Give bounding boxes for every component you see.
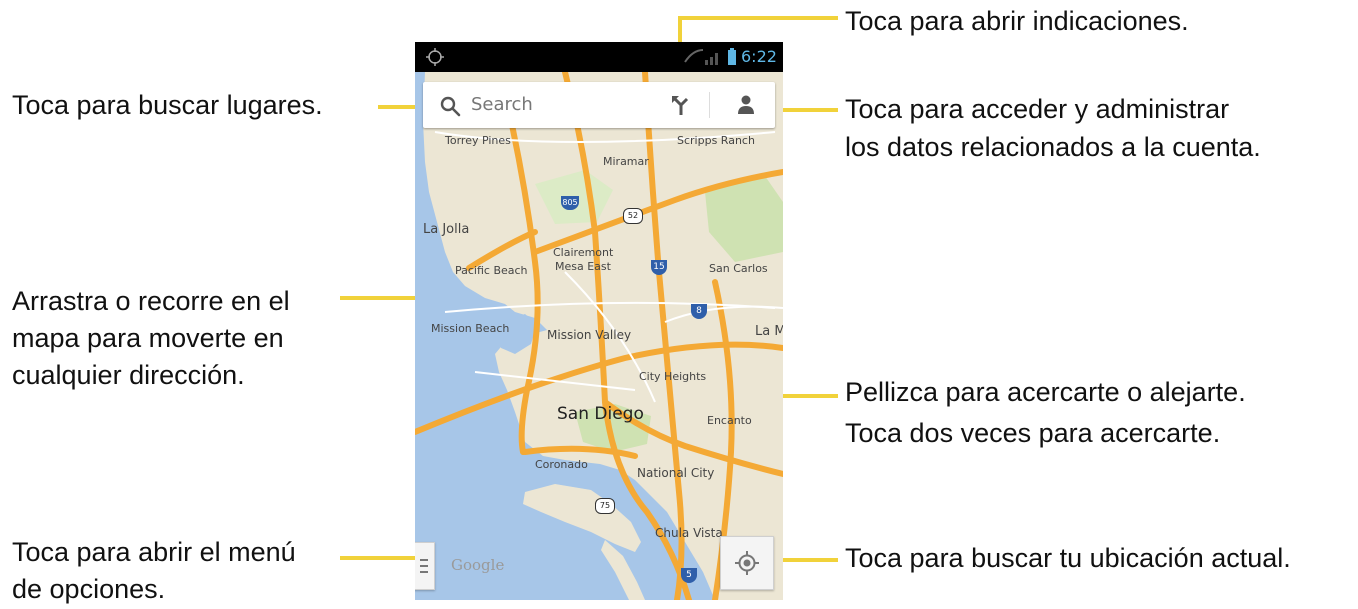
- callout-drag-line2: mapa para moverte en: [12, 323, 284, 353]
- callout-location: Toca para buscar tu ubicación actual.: [845, 543, 1291, 573]
- search-bar[interactable]: Search: [423, 82, 775, 128]
- map-label-scripps-ranch: Scripps Ranch: [677, 134, 755, 147]
- status-bar: 6:22: [415, 42, 783, 72]
- callout-menu-line2: de opciones.: [12, 574, 166, 604]
- leader-directions-horizontal: [680, 16, 838, 20]
- search-icon[interactable]: [439, 95, 461, 117]
- my-location-button[interactable]: [720, 536, 774, 590]
- gps-status-icon: [426, 48, 444, 66]
- map-label-mission-valley: Mission Valley: [547, 328, 632, 342]
- signal-icon: [684, 49, 718, 65]
- leader-menu: [340, 556, 426, 560]
- map-label-torrey-pines: Torrey Pines: [445, 134, 511, 147]
- menu-icon: [420, 559, 428, 573]
- map-label-miramar: Miramar: [603, 155, 649, 168]
- interstate-805-shield: 805: [561, 196, 579, 210]
- battery-icon: [728, 48, 736, 65]
- google-watermark: Google: [451, 556, 505, 574]
- map-label-san-carlos: San Carlos: [709, 262, 768, 275]
- callout-drag-line1: Arrastra o recorre en el: [12, 286, 290, 316]
- map-label-mesa-east: Mesa East: [555, 260, 611, 273]
- menu-button[interactable]: [415, 542, 435, 590]
- search-bar-divider: [709, 92, 710, 118]
- map-label-la-mesa: La M: [755, 324, 783, 339]
- callout-account-line1: Toca para acceder y administrar: [845, 94, 1230, 124]
- callout-account-line2: los datos relacionados a la cuenta.: [845, 132, 1261, 162]
- map-label-clairemont: Clairemont: [553, 246, 614, 259]
- route-52-shield: 52: [623, 208, 643, 224]
- callout-menu-line1: Toca para abrir el menú: [12, 537, 296, 567]
- phone-screen: 6:22 Torrey Pines Scripps Ranch Miramar …: [415, 42, 783, 600]
- map-label-coronado: Coronado: [535, 458, 588, 471]
- callout-drag-line3: cualquier dirección.: [12, 360, 245, 390]
- callout-directions: Toca para abrir indicaciones.: [845, 6, 1189, 36]
- map-label-san-diego: San Diego: [557, 404, 644, 424]
- route-75-shield: 75: [595, 498, 615, 514]
- status-time: 6:22: [741, 47, 777, 66]
- map-label-la-jolla: La Jolla: [423, 222, 470, 237]
- map-label-national-city: National City: [637, 466, 715, 480]
- callout-search-places: Toca para buscar lugares.: [12, 90, 323, 120]
- map-label-mission-beach: Mission Beach: [431, 322, 510, 335]
- map-label-chula-vista: Chula Vista: [655, 526, 723, 540]
- search-input[interactable]: Search: [471, 94, 533, 115]
- my-location-icon: [735, 551, 759, 575]
- account-icon[interactable]: [736, 94, 756, 116]
- map-label-encanto: Encanto: [707, 414, 752, 427]
- map-label-city-heights: City Heights: [639, 370, 707, 383]
- directions-icon[interactable]: [671, 94, 691, 116]
- callout-pinch-line1: Pellizca para acercarte o alejarte.: [845, 377, 1246, 407]
- map-label-pacific-beach: Pacific Beach: [455, 264, 528, 277]
- callout-pinch-line2: Toca dos veces para acercarte.: [845, 418, 1221, 448]
